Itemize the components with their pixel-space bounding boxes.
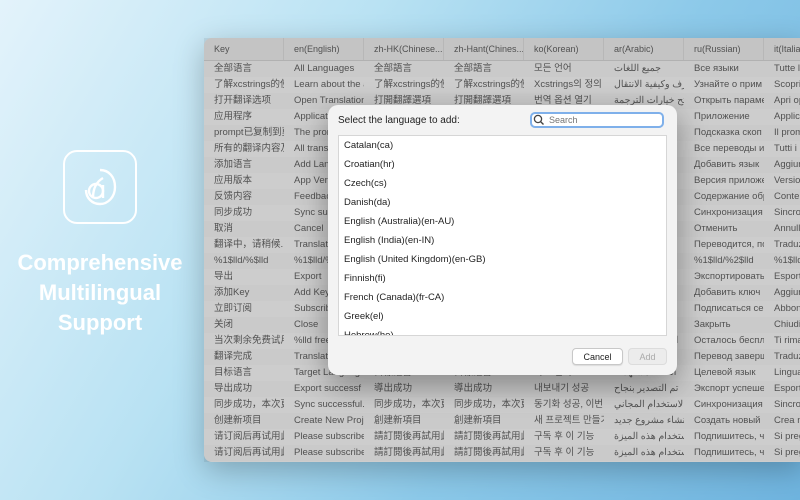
language-list-item[interactable]: English (United Kingdom)(en-GB) [339, 250, 666, 269]
search-field[interactable] [530, 112, 664, 128]
language-list-item[interactable]: English (India)(en-IN) [339, 231, 666, 250]
tagline-line: Comprehensive [17, 250, 183, 275]
search-input[interactable] [546, 115, 649, 125]
tagline-line: Multilingual [38, 280, 162, 305]
language-list-item[interactable]: French (Canada)(fr-CA) [339, 288, 666, 307]
dialog-title: Select the language to add: [338, 115, 460, 126]
language-list-item[interactable]: English (Australia)(en-AU) [339, 212, 666, 231]
search-icon [533, 114, 544, 125]
language-list-item[interactable]: Danish(da) [339, 193, 666, 212]
language-list-item[interactable]: Czech(cs) [339, 174, 666, 193]
cancel-button[interactable]: Cancel [572, 348, 623, 365]
language-list-item[interactable]: Croatian(hr) [339, 155, 666, 174]
language-list-item[interactable]: Greek(el) [339, 307, 666, 326]
language-list-item[interactable]: Hebrew(he) [339, 326, 666, 335]
add-button[interactable]: Add [628, 348, 667, 365]
language-list-item[interactable]: Finnish(fi) [339, 269, 666, 288]
tagline-line: Support [57, 310, 143, 335]
language-list[interactable]: Catalan(ca) Croatian(hr) Czech(cs) Danish(d… [338, 135, 667, 336]
add-language-dialog: Select the language to add: Catalan(ca)C… [328, 105, 677, 375]
language-list-item[interactable]: Catalan(ca) [339, 136, 666, 155]
promo-panel: Comprehensive Multilingual Support [0, 150, 200, 338]
tagline: Comprehensive Multilingual Support [0, 248, 200, 338]
translate-app-icon [84, 168, 117, 206]
app-logo-icon [63, 150, 137, 224]
